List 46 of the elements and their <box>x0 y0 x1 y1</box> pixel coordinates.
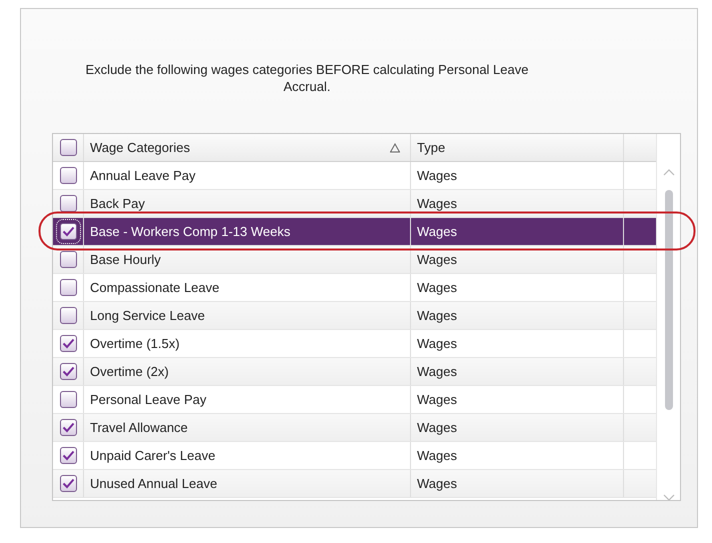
table-cell-text: Wages <box>417 166 457 185</box>
table-cell-text: Wages <box>417 390 457 409</box>
table-row[interactable]: Back Pay Wages <box>53 190 656 218</box>
table-cell-text: Travel Allowance <box>90 418 188 437</box>
table-cell-text: Overtime (2x) <box>90 362 169 381</box>
checkbox[interactable] <box>60 139 76 156</box>
table-cell-text: Base Hourly <box>90 250 161 269</box>
checkbox[interactable] <box>60 167 76 184</box>
table-cell-text: Wages <box>417 278 457 297</box>
table-cell-text: Wages <box>417 446 457 465</box>
checkbox[interactable] <box>60 447 76 464</box>
checkbox[interactable] <box>60 279 76 296</box>
table-cell-text: Wages <box>417 362 457 381</box>
table-cell-text: Unused Annual Leave <box>90 474 218 493</box>
table-cell-text: Compassionate Leave <box>90 278 220 297</box>
checkbox[interactable] <box>60 195 76 212</box>
table-cell-text: Back Pay <box>90 194 145 213</box>
table-cell-text: Annual Leave Pay <box>90 166 196 185</box>
table-cell-text: Wages <box>417 250 457 269</box>
table-cell-text: Wages <box>417 418 457 437</box>
checkbox[interactable] <box>60 419 76 436</box>
table-cell-text: Wages <box>417 306 457 325</box>
checkbox[interactable] <box>60 307 76 324</box>
table-cell-text: Wages <box>417 222 457 241</box>
table-cell-text: Unpaid Carer's Leave <box>90 446 216 465</box>
column-header[interactable]: Type <box>417 138 623 158</box>
table-row[interactable]: Overtime (2x) Wages <box>53 358 656 386</box>
table-row[interactable]: Base - Workers Comp 1-13 Weeks Wages <box>53 218 656 246</box>
table-row[interactable]: Travel Allowance Wages <box>53 414 656 442</box>
checkbox[interactable] <box>60 251 76 268</box>
checkbox[interactable] <box>60 363 76 380</box>
table-cell-text: Wages <box>417 194 457 213</box>
table-cell-text: Personal Leave Pay <box>90 390 206 409</box>
checkbox[interactable] <box>60 335 76 352</box>
table-cell-text: Base - Workers Comp 1-13 Weeks <box>90 222 290 241</box>
table-row[interactable]: Base Hourly Wages <box>53 246 656 274</box>
checkbox[interactable] <box>60 391 76 408</box>
checkbox[interactable] <box>60 475 76 492</box>
table-cell-text: Wages <box>417 474 457 493</box>
instruction-text: Exclude the following wages categories BEFORE calculating Personal Leave Accrual. <box>84 61 530 95</box>
table-cell-text: Wages <box>417 334 457 353</box>
table-row[interactable]: Unused Annual Leave Wages <box>53 470 656 498</box>
table-cell-text: Overtime (1.5x) <box>90 334 180 353</box>
table-row[interactable]: Long Service Leave Wages <box>53 302 656 330</box>
column-header[interactable]: Wage Categories <box>90 138 390 158</box>
table-cell-text: Long Service Leave <box>90 306 205 325</box>
